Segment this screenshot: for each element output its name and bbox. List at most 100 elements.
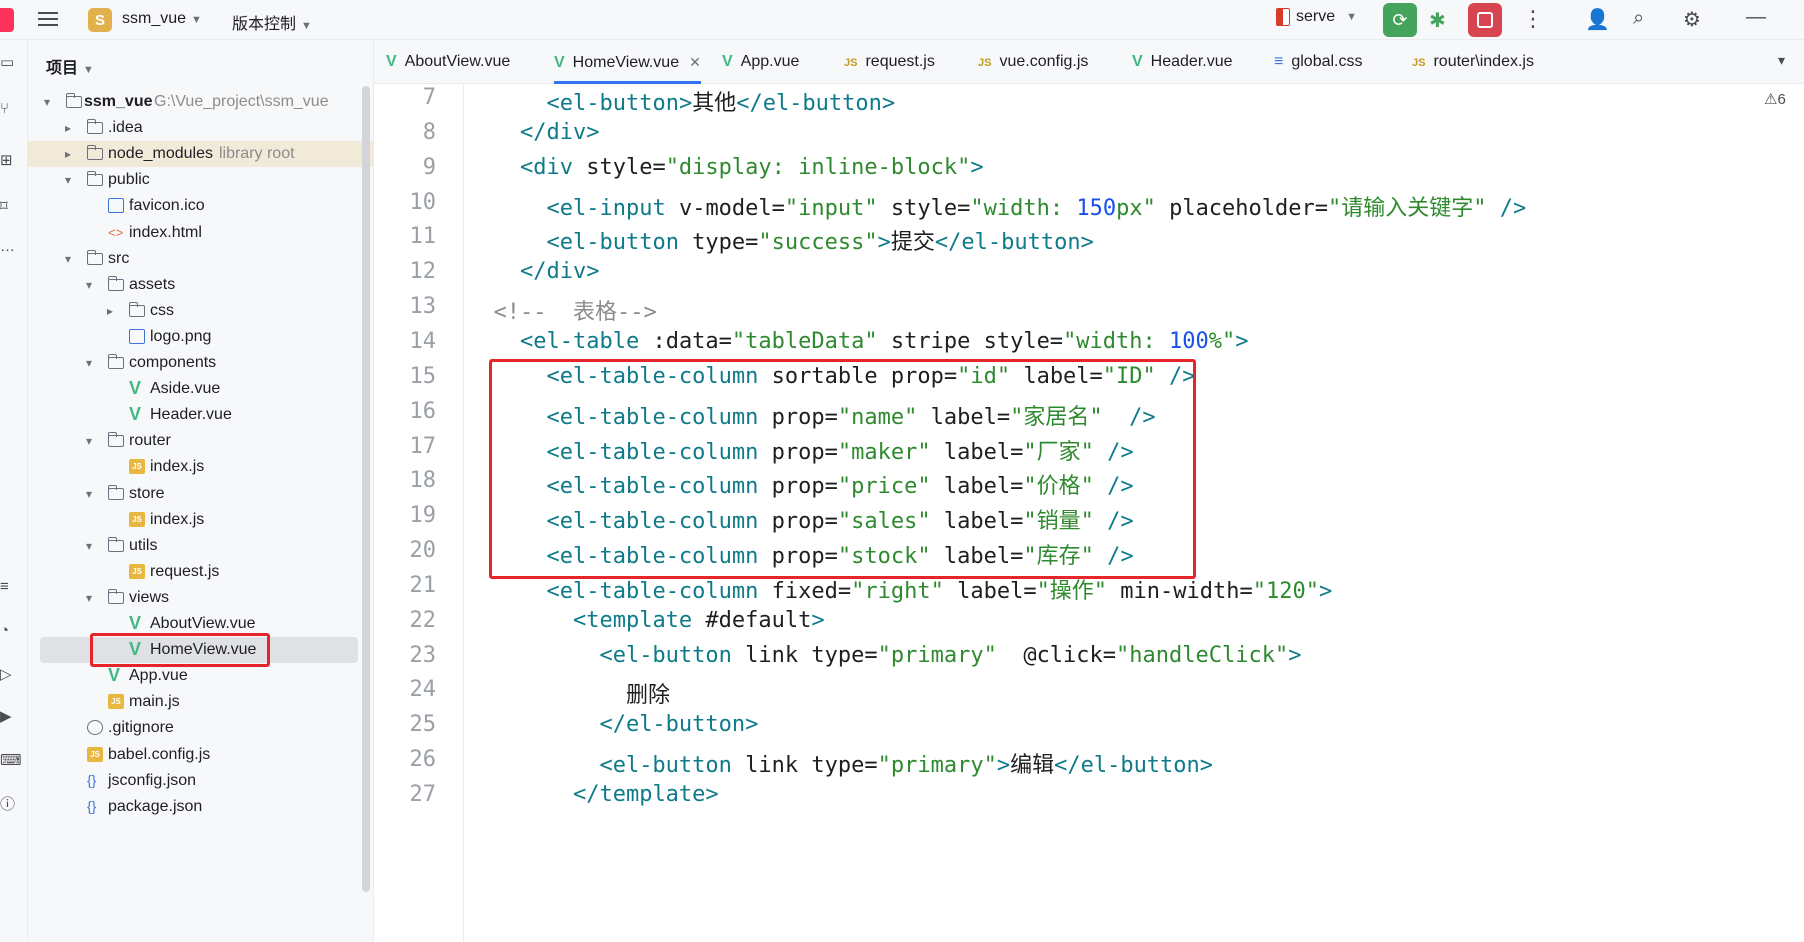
ide-logo-icon[interactable] <box>0 8 14 32</box>
tree-item[interactable]: JS request.js <box>28 559 374 585</box>
close-icon[interactable]: ✕ <box>689 54 701 70</box>
stop-button[interactable] <box>1468 3 1502 37</box>
line-number: 24 <box>409 677 437 703</box>
tree-item[interactable]: ▾ store <box>28 481 374 507</box>
tab-aboutview-vue[interactable]: V AboutView.vue <box>386 40 510 84</box>
tree-item[interactable]: ▾ utils <box>28 533 374 559</box>
tree-item[interactable]: ▾ components <box>28 350 374 376</box>
code-line[interactable]: <el-button link type="primary" @click="h… <box>467 643 1301 668</box>
line-number: 14 <box>409 328 437 354</box>
warnings-indicator[interactable]: ⚠6 <box>1764 90 1786 108</box>
tree-item[interactable]: favicon.ico <box>28 193 374 219</box>
add-user-icon[interactable]: 👤 <box>1585 7 1610 32</box>
vcs-menu[interactable]: 版本控制 ▼ <box>232 10 312 34</box>
js-file-icon: JS <box>978 57 992 69</box>
minimize-icon[interactable]: — <box>1746 6 1766 29</box>
tree-item[interactable]: V Aside.vue <box>28 376 374 402</box>
line-number: 13 <box>409 294 437 320</box>
tree-item[interactable]: JS babel.config.js <box>28 742 374 768</box>
services-icon[interactable]: ▷ <box>0 666 18 684</box>
tab-header-vue[interactable]: V Header.vue <box>1132 40 1233 84</box>
folder-icon <box>87 171 103 187</box>
rerun-button[interactable]: ⟳ <box>1383 3 1417 37</box>
vcs-tool-icon[interactable]: ⑂ <box>0 100 18 118</box>
folder-icon <box>108 275 124 291</box>
project-panel-title[interactable]: 项目 ▼ <box>46 54 94 78</box>
settings-icon[interactable]: ⚙ <box>1683 7 1701 32</box>
project-badge[interactable]: S <box>88 8 112 32</box>
image-file-icon <box>129 328 145 344</box>
tree-item[interactable]: ▾ views <box>28 585 374 611</box>
tree-item-label: components <box>129 354 217 371</box>
tree-item-label: src <box>108 249 130 267</box>
tree-item[interactable]: {} jsconfig.json <box>28 768 374 794</box>
code-line[interactable]: <el-button>其他</el-button> <box>467 85 895 117</box>
vue-file-icon: V <box>722 53 733 70</box>
tree-item-label: favicon.ico <box>129 197 205 215</box>
tree-item-label: index.js <box>150 458 205 476</box>
code-line[interactable]: <div style="display: inline-block"> <box>467 155 984 180</box>
tree-item[interactable]: JS main.js <box>28 689 374 715</box>
tab-vue-config-js[interactable]: JS vue.config.js <box>978 40 1088 84</box>
tree-item[interactable]: ▸ node_modules library root <box>28 141 374 168</box>
tool-window-strip: ▭ ⑂ ⊞ ⌑ … ≡ ◔ ▷ ▶ ⌨ ⓘ <box>0 40 28 942</box>
main-menu-icon[interactable] <box>38 9 58 29</box>
folder-icon <box>87 145 103 161</box>
tree-scrollbar[interactable] <box>362 86 370 892</box>
code-line[interactable]: </template> <box>467 782 719 807</box>
project-tool-icon[interactable]: ▭ <box>0 54 18 72</box>
terminal-icon[interactable]: ⌨ <box>0 752 22 770</box>
tree-item[interactable]: .gitignore <box>28 715 374 741</box>
tree-item[interactable]: {} package.json <box>28 794 374 820</box>
tree-item[interactable]: JS index.js <box>28 507 374 533</box>
tree-item[interactable]: ▾ router <box>28 428 374 454</box>
code-line[interactable]: </el-button> <box>467 712 758 737</box>
run-config-selector[interactable]: serve ▼ <box>1276 8 1357 26</box>
chevron-down-icon: ▼ <box>301 20 312 32</box>
search-icon[interactable]: ⌕ <box>1633 7 1644 30</box>
tab-list-chevron-icon[interactable]: ▾ <box>1778 52 1785 69</box>
tab-app-vue[interactable]: V App.vue <box>722 40 799 84</box>
code-line[interactable]: </div> <box>467 259 599 284</box>
tree-item[interactable]: V Header.vue <box>28 402 374 428</box>
tab-homeview-vue[interactable]: V HomeView.vue ✕ <box>554 40 701 84</box>
tab-router-index-js[interactable]: JS router\index.js <box>1412 40 1534 84</box>
bookmarks-icon[interactable]: ⌑ <box>0 198 18 216</box>
todo-icon[interactable]: ≡ <box>0 578 18 596</box>
code-line[interactable]: <!-- 表格--> <box>467 294 656 326</box>
tree-item-label: logo.png <box>150 327 212 345</box>
tree-item[interactable]: ▾ src <box>28 246 374 272</box>
tab-request-js[interactable]: JS request.js <box>844 40 935 84</box>
tab-global-css[interactable]: ≡ global.css <box>1274 40 1363 84</box>
tree-item[interactable]: ▾ assets <box>28 272 374 298</box>
tree-item[interactable]: V App.vue <box>28 663 374 689</box>
code-line[interactable]: <el-table :data="tableData" stripe style… <box>467 329 1249 354</box>
tree-item[interactable]: logo.png <box>28 324 374 350</box>
line-number: 11 <box>409 224 437 250</box>
structure-tool-icon[interactable]: ⊞ <box>0 152 18 170</box>
code-line[interactable]: <el-input v-model="input" style="width: … <box>467 190 1526 222</box>
tree-item[interactable]: JS index.js <box>28 454 374 480</box>
more-tools-icon[interactable]: … <box>0 238 18 256</box>
tree-item[interactable]: ▾ public <box>28 167 374 193</box>
tab-label: global.css <box>1291 53 1363 70</box>
code-line[interactable]: </div> <box>467 120 599 145</box>
more-actions-icon[interactable]: ⋮ <box>1522 6 1544 32</box>
project-selector[interactable]: ssm_vue ▼ <box>122 10 202 28</box>
tab-label: Header.vue <box>1150 53 1233 70</box>
folder-icon <box>108 484 124 500</box>
tab-label: router\index.js <box>1433 53 1534 70</box>
code-line[interactable]: <template #default> <box>467 608 825 633</box>
debug-icon[interactable]: ✱ <box>1429 8 1446 33</box>
tree-item[interactable]: ▸ css <box>28 298 374 324</box>
code-line[interactable]: <el-button link type="primary">编辑</el-bu… <box>467 747 1213 779</box>
tree-item[interactable]: ▸ .idea <box>28 115 374 141</box>
code-line[interactable]: <el-button type="success">提交</el-button> <box>467 224 1093 256</box>
problems-icon[interactable]: ⓘ <box>0 796 18 814</box>
code-line[interactable]: 删除 <box>467 677 670 709</box>
line-number: 12 <box>409 259 437 285</box>
tree-item[interactable]: <> index.html <box>28 220 374 246</box>
profiler-icon[interactable]: ◔ <box>0 622 18 640</box>
tree-root[interactable]: ▾ ssm_vue G:\Vue_project\ssm_vue <box>28 89 374 115</box>
run-tool-icon[interactable]: ▶ <box>0 708 18 726</box>
